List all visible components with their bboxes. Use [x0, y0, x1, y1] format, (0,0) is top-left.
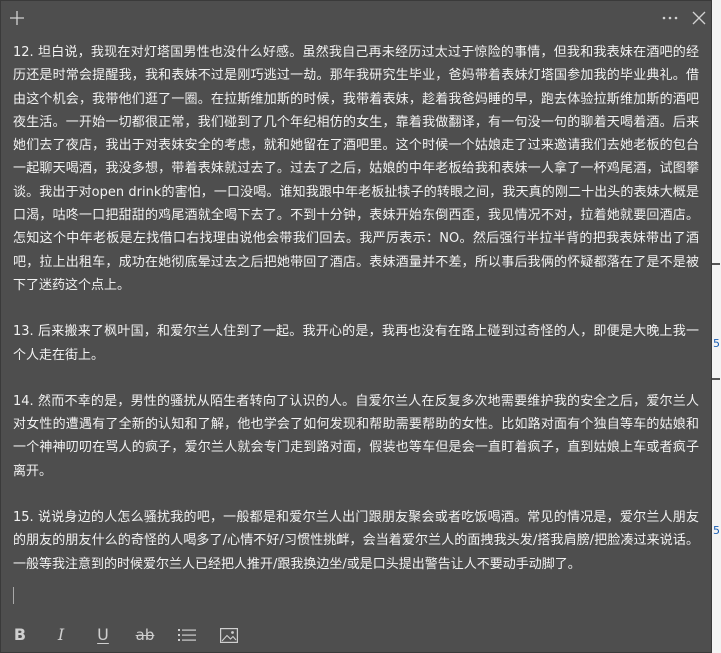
background-rule	[712, 378, 720, 380]
background-rule	[712, 263, 720, 265]
close-icon[interactable]	[687, 6, 711, 30]
bulleted-list-icon[interactable]	[175, 623, 199, 647]
background-link-fragment: 5	[713, 525, 719, 537]
strikethrough-icon[interactable]: ab	[133, 623, 157, 647]
sticky-note-window: 12. 坦白说，我现在对灯塔国男性也没什么好感。虽然我自己再未经历过太过于惊险的…	[0, 0, 712, 653]
note-paragraph: 12. 坦白说，我现在对灯塔国男性也没什么好感。虽然我自己再未经历过太过于惊险的…	[13, 45, 699, 293]
text-cursor	[13, 587, 14, 604]
bold-icon[interactable]: B	[8, 623, 32, 647]
underline-icon[interactable]: U	[91, 623, 115, 647]
note-paragraph: 15. 说说身边的人怎么骚扰我的吧，一般都是和爱尔兰人出门跟朋友聚会或者吃饭喝酒…	[13, 510, 699, 572]
plus-icon[interactable]	[5, 6, 29, 30]
note-paragraph: 14. 然而不幸的是，男性的骚扰从陌生者转向了认识的人。自爱尔兰人在反复多次地需…	[13, 393, 699, 479]
formatting-toolbar: B I U ab	[1, 615, 711, 652]
background-link-fragment: 5	[713, 338, 719, 350]
italic-icon[interactable]: I	[49, 623, 73, 647]
image-icon[interactable]	[217, 623, 241, 647]
note-paragraph: 13. 后来搬来了枫叶国，和爱尔兰人住到了一起。我开心的是，我再也没有在路上碰到…	[13, 324, 699, 363]
title-bar	[1, 1, 711, 37]
more-options-icon[interactable]	[658, 6, 682, 30]
background-window-edge: 5 5	[711, 0, 721, 653]
note-body[interactable]: 12. 坦白说，我现在对灯塔国男性也没什么好感。虽然我自己再未经历过太过于惊险的…	[13, 41, 699, 611]
